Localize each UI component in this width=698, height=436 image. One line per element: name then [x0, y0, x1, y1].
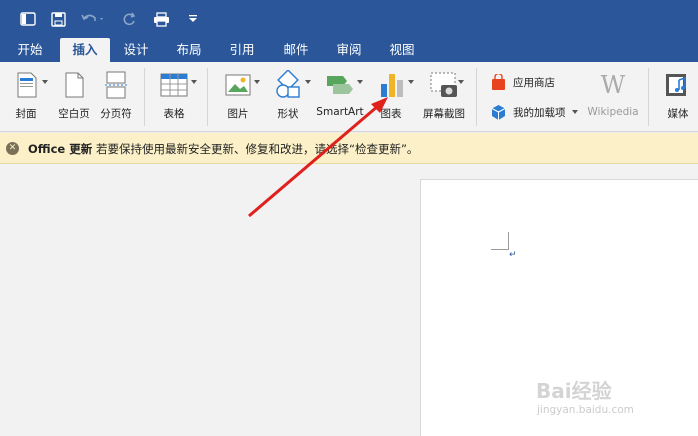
tab-home[interactable]: 开始: [10, 38, 50, 62]
ribbon-divider: [207, 68, 208, 126]
blank-page-button[interactable]: 空白页: [54, 66, 94, 128]
ribbon-insert: 封面 空白页 分页符 表格 图片 形状 SmartArt 图表 屏幕截图 应用商…: [0, 62, 698, 132]
ribbon-tabs: 开始 插入 设计 布局 引用 邮件 审阅 视图: [0, 38, 698, 62]
wikipedia-icon: W: [600, 71, 626, 99]
sidebar-toggle-icon[interactable]: [18, 9, 38, 29]
undo-icon[interactable]: [78, 9, 108, 29]
chart-icon: [376, 70, 406, 100]
page-break-icon: [101, 70, 131, 100]
table-icon: [159, 70, 189, 100]
chevron-down-icon[interactable]: [357, 80, 363, 84]
chevron-down-icon[interactable]: [42, 80, 48, 84]
smartart-icon: [325, 70, 355, 100]
title-bar: [0, 0, 698, 38]
save-icon[interactable]: [48, 9, 68, 29]
tab-references[interactable]: 引用: [222, 38, 262, 62]
watermark-url: jingyan.baidu.com: [537, 404, 634, 416]
smartart-button[interactable]: SmartArt: [315, 66, 365, 128]
media-film-icon: [663, 70, 693, 100]
update-notification-bar: ✕ Office 更新 若要保持使用最新安全更新、修复和改进，请选择“检查更新”…: [0, 133, 698, 164]
cover-page-icon: [11, 70, 41, 100]
watermark-brand: Bai经验: [536, 379, 612, 403]
tab-view[interactable]: 视图: [382, 38, 422, 62]
tab-design[interactable]: 设计: [116, 38, 156, 62]
blank-page-icon: [59, 70, 89, 100]
addin-cube-icon: [490, 104, 507, 121]
chevron-down-icon[interactable]: [191, 80, 197, 84]
screenshot-icon: [429, 70, 459, 100]
chart-button[interactable]: 图表: [371, 66, 411, 128]
tab-insert[interactable]: 插入: [60, 38, 110, 62]
media-button[interactable]: 媒体: [660, 66, 696, 128]
tab-review[interactable]: 审阅: [329, 38, 369, 62]
cover-button[interactable]: 封面: [6, 66, 46, 128]
margin-marker: [508, 232, 509, 250]
chevron-down-icon[interactable]: [254, 80, 260, 84]
paragraph-mark-icon: ↵: [509, 250, 517, 260]
shapes-button[interactable]: 形状: [268, 66, 308, 128]
notification-title: Office 更新: [28, 142, 93, 156]
chevron-down-icon: [571, 110, 578, 114]
ribbon-divider: [144, 68, 145, 126]
chevron-down-icon[interactable]: [408, 80, 414, 84]
customize-toolbar-icon[interactable]: [183, 9, 203, 29]
app-store-button[interactable]: 应用商店: [490, 72, 555, 92]
notification-message: 若要保持使用最新安全更新、修复和改进，请选择“检查更新”。: [96, 142, 419, 156]
print-icon[interactable]: [151, 9, 171, 29]
margin-marker: [491, 249, 509, 250]
close-icon[interactable]: ✕: [6, 142, 19, 155]
picture-icon: [223, 70, 253, 100]
chevron-down-icon[interactable]: [305, 80, 311, 84]
redo-icon[interactable]: [120, 9, 140, 29]
store-bag-icon: [490, 72, 507, 91]
tab-mailings[interactable]: 邮件: [276, 38, 316, 62]
page-break-button[interactable]: 分页符: [96, 66, 136, 128]
tab-layout[interactable]: 布局: [169, 38, 209, 62]
screenshot-button[interactable]: 屏幕截图: [420, 66, 468, 128]
my-addins-button[interactable]: 我的加载项: [490, 102, 578, 122]
picture-button[interactable]: 图片: [218, 66, 258, 128]
chevron-down-icon[interactable]: [458, 80, 464, 84]
ribbon-divider: [648, 68, 649, 126]
wikipedia-button[interactable]: W Wikipedia: [586, 66, 640, 128]
table-button[interactable]: 表格: [152, 66, 196, 128]
shapes-icon: [273, 69, 303, 100]
ribbon-divider: [476, 68, 477, 126]
